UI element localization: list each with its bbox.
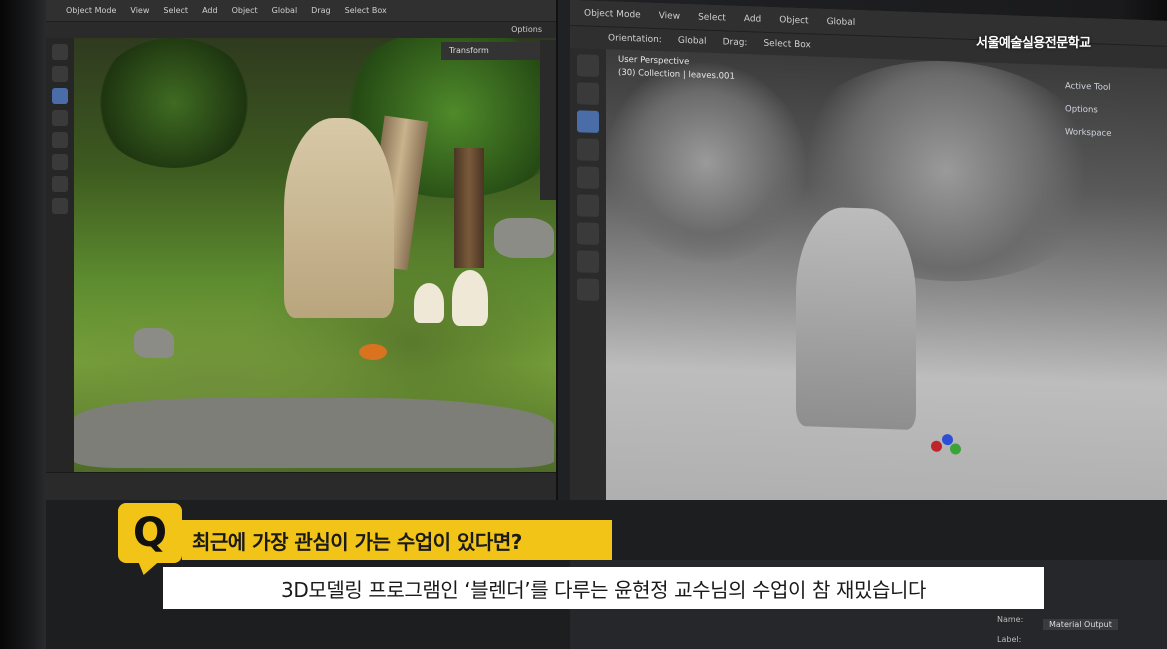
name-label: Name:: [997, 615, 1024, 624]
white-cone: [452, 270, 488, 326]
left-toolbar: [46, 38, 74, 472]
gizmo-x-dot: [931, 440, 942, 452]
move-tool[interactable]: [52, 88, 68, 104]
drag-label: Drag:: [722, 37, 748, 49]
sidebar-tabs[interactable]: [540, 40, 556, 200]
move-tool[interactable]: [577, 110, 599, 134]
scale-tool[interactable]: [577, 166, 599, 190]
object-menu[interactable]: Object: [779, 15, 808, 26]
transform-panel[interactable]: Transform: [441, 42, 541, 60]
question-text: 최근에 가장 관심이 가는 수업이 있다면?: [192, 529, 522, 554]
options-button[interactable]: Options: [511, 25, 542, 34]
select-menu[interactable]: Select: [163, 6, 188, 15]
annotate-tool[interactable]: [52, 176, 68, 192]
rotate-tool[interactable]: [52, 110, 68, 126]
monitor-bezel: [0, 0, 46, 649]
stone-path: [74, 398, 554, 468]
question-caption: 최근에 가장 관심이 가는 수업이 있다면?: [182, 520, 612, 560]
school-watermark: 서울예술실용전문학교: [976, 36, 1091, 51]
object-menu[interactable]: Object: [232, 6, 258, 15]
rendered-scene: [74, 38, 556, 472]
viewport-info: User Perspective (30) Collection | leave…: [618, 54, 735, 84]
question-letter: Q: [132, 510, 167, 556]
tree-canopy: [94, 38, 254, 168]
orientation-select[interactable]: Global: [827, 16, 856, 27]
panel-workspace[interactable]: Workspace: [1065, 121, 1111, 146]
rotate-tool[interactable]: [577, 138, 599, 162]
select-tool[interactable]: [52, 44, 68, 60]
properties-panel: Active Tool Options Workspace: [1065, 75, 1111, 146]
measure-tool[interactable]: [52, 198, 68, 214]
gizmo-y-dot: [950, 443, 961, 455]
pumpkin: [359, 344, 387, 360]
tree-trunk: [454, 148, 484, 268]
rock: [134, 328, 174, 358]
mode-menu[interactable]: Object Mode: [66, 6, 116, 15]
cursor-tool[interactable]: [52, 66, 68, 82]
cursor-tool[interactable]: [577, 82, 599, 106]
add-menu[interactable]: Add: [744, 14, 761, 25]
left-subheader: Options: [46, 22, 556, 38]
panel-active-tool[interactable]: Active Tool: [1065, 75, 1111, 100]
label-label: Label:: [997, 635, 1022, 644]
orientation-value[interactable]: Global: [678, 36, 707, 47]
right-viewport: Object Mode View Select Add Object Globa…: [570, 0, 1167, 581]
drag-select[interactable]: Select Box: [345, 6, 387, 15]
answer-caption: 3D모델링 프로그램인 ‘블렌더’를 다루는 윤현정 교수님의 수업이 참 재밌…: [163, 567, 1044, 609]
scale-tool[interactable]: [52, 132, 68, 148]
left-viewport: Object Mode View Select Add Object Globa…: [46, 0, 558, 500]
name-field[interactable]: Material Output: [1043, 619, 1118, 630]
add-cube-tool[interactable]: [577, 278, 599, 302]
view-menu[interactable]: View: [659, 11, 680, 22]
answer-text: 3D모델링 프로그램인 ‘블렌더’를 다루는 윤현정 교수님의 수업이 참 재밌…: [281, 577, 926, 602]
tree-canopy: [606, 59, 806, 267]
add-menu[interactable]: Add: [202, 6, 218, 15]
drag-label: Drag: [311, 6, 331, 15]
question-badge: Q: [118, 503, 182, 563]
transform-tool[interactable]: [52, 154, 68, 170]
right-toolbar: [570, 48, 606, 562]
select-menu[interactable]: Select: [698, 12, 726, 23]
transform-tool[interactable]: [577, 194, 599, 218]
left-timeline-bar: [46, 472, 556, 500]
orientation-select[interactable]: Global: [272, 6, 298, 15]
view-menu[interactable]: View: [130, 6, 149, 15]
drag-select[interactable]: Select Box: [763, 39, 810, 51]
rock: [494, 218, 554, 258]
select-tool[interactable]: [577, 54, 599, 78]
transform-panel-title: Transform: [449, 46, 489, 55]
left-header: Object Mode View Select Add Object Globa…: [46, 0, 556, 22]
annotate-tool[interactable]: [577, 222, 599, 246]
panel-options[interactable]: Options: [1065, 98, 1111, 123]
mushroom-house: [796, 205, 916, 431]
orientation-label: Orientation:: [608, 33, 662, 46]
measure-tool[interactable]: [577, 250, 599, 274]
mode-menu[interactable]: Object Mode: [584, 8, 641, 20]
white-cone: [414, 283, 444, 323]
mushroom-house: [284, 118, 394, 318]
